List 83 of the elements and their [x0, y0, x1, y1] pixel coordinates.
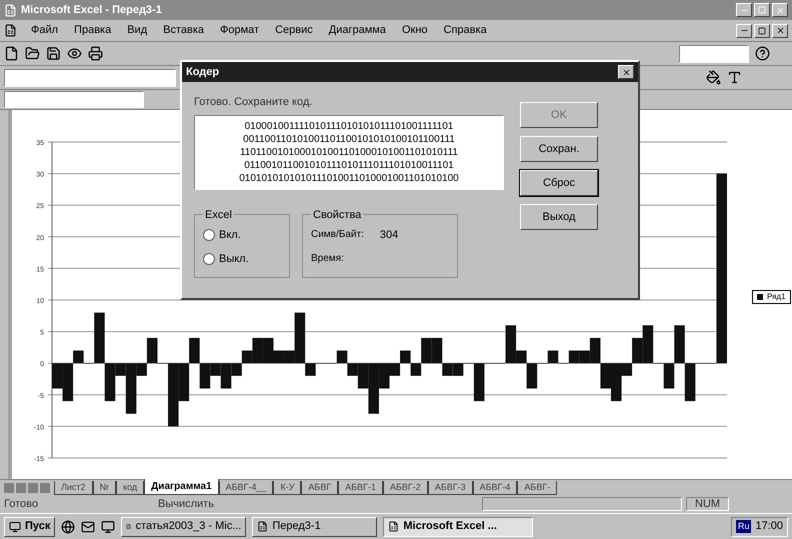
document-icon — [4, 24, 17, 37]
start-button[interactable]: Пуск — [4, 516, 56, 536]
minimize-button[interactable] — [736, 3, 752, 17]
restore-icon — [758, 6, 766, 14]
property-value: 304 — [380, 228, 398, 242]
mail-icon[interactable] — [81, 520, 96, 534]
minimize-button[interactable] — [736, 24, 752, 38]
document-icon — [126, 521, 132, 532]
sheet-tab[interactable]: АБВГ-2 — [383, 480, 428, 495]
menu-item[interactable]: Вставка — [161, 22, 206, 39]
code-line: 1101100101000101001101000101001101010111 — [238, 146, 459, 158]
document-icon — [257, 521, 268, 532]
fill-color-icon[interactable] — [706, 70, 721, 85]
code-line: 001100110101001101100101010100101100111 — [242, 132, 456, 146]
menu-item[interactable]: Правка — [72, 22, 114, 39]
property-label: Время: — [311, 252, 344, 266]
sheet-tab[interactable]: АБВГ-3 — [428, 480, 473, 495]
radio-button[interactable] — [203, 228, 215, 241]
zoom-combo[interactable] — [679, 44, 749, 62]
status-message: Готово. Сохраните код. — [194, 95, 314, 110]
restore-button[interactable] — [754, 24, 770, 38]
sheet-tab[interactable]: АБВГ-1 — [338, 480, 384, 495]
code-line: 0101010101010111010011010001001101010100 — [238, 172, 460, 184]
taskbar-button[interactable]: Microsoft Excel ... — [383, 516, 534, 536]
sheet-tab[interactable]: АБВГ-4__ — [218, 480, 274, 495]
menu-item[interactable]: Формат — [218, 22, 262, 39]
status-indicator: NUM — [686, 497, 730, 511]
menu-item[interactable]: Файл — [29, 22, 60, 39]
help-icon[interactable] — [755, 46, 770, 61]
desktop-icon[interactable] — [101, 520, 116, 534]
sheet-tab[interactable]: Лист2 — [54, 480, 93, 495]
font-color-icon[interactable] — [727, 70, 742, 85]
dialog-button[interactable]: Сброс — [520, 170, 598, 196]
code-text-area[interactable] — [194, 114, 504, 190]
globe-icon[interactable] — [61, 520, 76, 534]
new-file-icon[interactable] — [4, 46, 19, 61]
sheet-tab[interactable]: К-У — [273, 480, 302, 495]
chart-objects-combo[interactable] — [4, 68, 176, 86]
close-icon — [776, 26, 784, 35]
code-line: 010001001111010111010101011101001111101 — [244, 120, 454, 132]
language-indicator[interactable]: Ru — [736, 520, 752, 534]
menu-item[interactable]: Вид — [125, 22, 150, 39]
taskbar-button[interactable]: Перед3-1 — [252, 516, 378, 536]
name-box[interactable] — [4, 91, 144, 108]
clock: 17:00 — [755, 519, 783, 534]
menu-item[interactable]: Справка — [442, 22, 489, 39]
radio-label: Выкл. — [219, 252, 249, 267]
menu-item[interactable]: Сервис — [273, 22, 315, 39]
dialog-button[interactable]: Сохран. — [520, 136, 598, 162]
close-icon — [622, 68, 630, 76]
open-folder-icon[interactable] — [25, 46, 40, 61]
sheet-tab[interactable]: Диаграмма1 — [144, 479, 219, 495]
close-button[interactable] — [618, 65, 634, 79]
chart-bar — [400, 350, 411, 364]
document-icon — [388, 521, 400, 532]
window-title: Microsoft Excel - Перед3-1 — [21, 2, 163, 18]
restore-icon — [758, 26, 766, 34]
sheet-tab[interactable]: код — [116, 480, 144, 495]
legend-swatch — [757, 294, 763, 300]
status-text: Готово — [4, 496, 39, 512]
preview-icon[interactable] — [67, 46, 82, 61]
sheet-tab[interactable]: АБВГ-4 — [472, 480, 518, 495]
close-icon — [776, 6, 784, 14]
excel-icon — [4, 4, 17, 16]
radio-label: Вкл. — [219, 228, 241, 242]
radio-button[interactable] — [203, 253, 215, 266]
dialog-title: Кодер — [186, 64, 220, 80]
sheet-tab[interactable]: АБВГ- — [517, 480, 558, 495]
code-line: 011001011001010111010111011101010011101 — [243, 158, 455, 172]
close-button[interactable] — [772, 3, 788, 17]
property-label: Симв/Байт: — [311, 228, 364, 242]
menu-item[interactable]: Диаграмма — [326, 22, 388, 39]
sheet-tab[interactable]: Nr — [92, 480, 116, 495]
close-button[interactable] — [772, 24, 788, 38]
legend-label: Ряд1 — [767, 291, 786, 303]
save-icon[interactable] — [46, 46, 61, 61]
menu-item[interactable]: Окно — [400, 22, 430, 39]
dialog-button[interactable]: Выход — [520, 204, 598, 230]
status-text: Вычислить — [158, 496, 215, 512]
restore-button[interactable] — [754, 3, 770, 17]
sheet-tab[interactable]: АБВГ — [301, 480, 338, 495]
printer-icon[interactable] — [88, 46, 103, 61]
taskbar-button[interactable]: статья2003_3 - Mic... — [121, 516, 246, 536]
